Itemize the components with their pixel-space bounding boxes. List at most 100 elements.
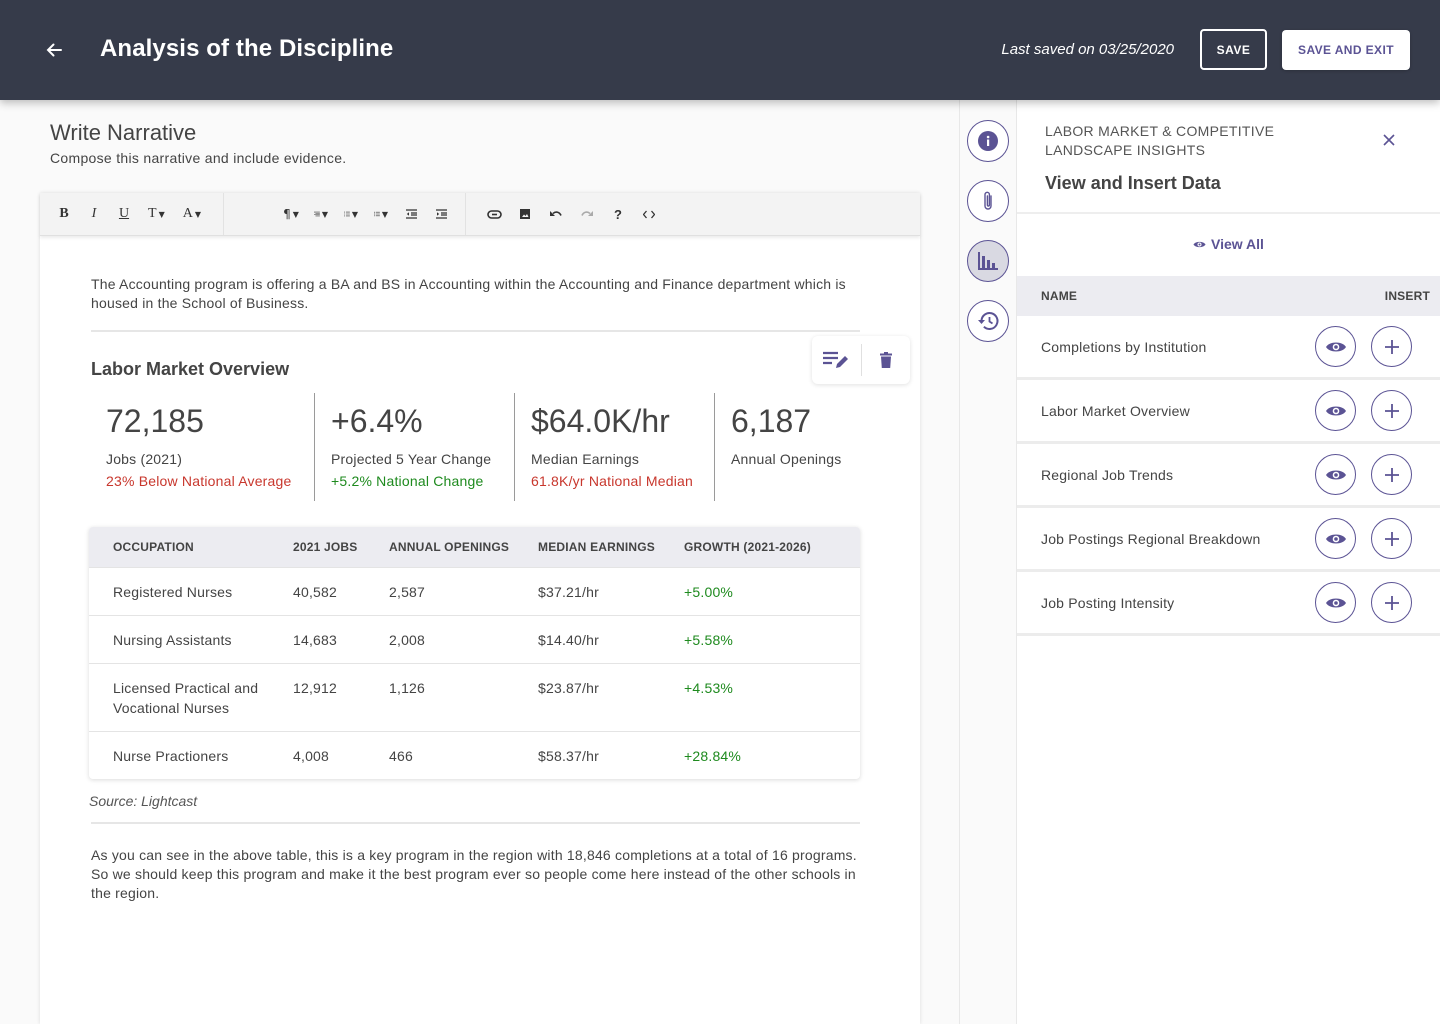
cell-earnings: $23.87/hr — [538, 680, 599, 696]
link-icon — [486, 209, 502, 219]
view-all-link[interactable]: View All — [1017, 236, 1440, 252]
list-item-name: Completions by Institution — [1041, 338, 1207, 355]
column-header: MEDIAN EARNINGS — [538, 540, 656, 554]
paragraph-format-button[interactable]: ¶ ▼ — [280, 199, 302, 229]
list-item-name: Labor Market Overview — [1041, 402, 1190, 419]
save-and-exit-button[interactable]: SAVE AND EXIT — [1282, 30, 1410, 70]
bar-chart-icon — [978, 252, 998, 270]
table-row: Nurse Practioners 4,008 466 $58.37/hr +2… — [89, 731, 860, 779]
font-color-button[interactable]: A ▼ — [179, 199, 205, 229]
insert-data-button[interactable] — [1371, 390, 1412, 431]
cell-openings: 466 — [389, 748, 413, 764]
undo-icon — [550, 211, 562, 216]
code-view-button[interactable] — [637, 199, 661, 229]
section-title: Write Narrative — [50, 120, 197, 145]
redo-button[interactable] — [575, 199, 599, 229]
column-header: 2021 JOBS — [293, 540, 358, 554]
cell-growth: +5.00% — [684, 584, 734, 600]
list-item-name: Regional Job Trends — [1041, 466, 1174, 483]
close-icon — [1383, 134, 1395, 146]
view-data-button[interactable] — [1315, 518, 1356, 559]
table-row: Registered Nurses 40,582 2,587 $37.21/hr… — [89, 567, 860, 615]
redo-icon — [581, 211, 593, 216]
unordered-list-icon — [374, 211, 380, 217]
rail-history-button[interactable] — [967, 300, 1009, 342]
ordered-list-button[interactable]: ▼ — [340, 199, 362, 229]
table-row: Licensed Practical and Vocational Nurses… — [89, 663, 860, 731]
insights-panel: LABOR MARKET & COMPETITIVE LANDSCAPE INS… — [1017, 100, 1440, 1024]
cell-growth: +4.53% — [684, 680, 734, 696]
underline-button[interactable]: U — [114, 199, 134, 229]
caret-down-icon: ▼ — [321, 209, 328, 219]
column-header: OCCUPATION — [113, 540, 194, 554]
bold-button[interactable]: B — [54, 199, 74, 229]
history-icon — [978, 312, 999, 330]
font-color-icon: A — [182, 206, 193, 221]
arrow-left-icon — [46, 43, 62, 57]
edit-widget-button[interactable] — [812, 336, 861, 384]
editor-toolbar: B I U T ▼ A ▼ ¶ ▼ ▼ ▼ ▼ ? — [40, 193, 920, 236]
view-data-button[interactable] — [1315, 582, 1356, 623]
cell-openings: 2,008 — [389, 632, 426, 648]
list-item: Completions by Institution — [1017, 316, 1440, 380]
list-item-name: Job Posting Intensity — [1041, 594, 1175, 611]
image-icon — [520, 209, 530, 219]
caret-down-icon: ▼ — [158, 209, 165, 219]
view-data-button[interactable] — [1315, 390, 1356, 431]
back-button[interactable] — [40, 36, 68, 64]
column-header-name: NAME — [1041, 289, 1078, 303]
rich-text-editor[interactable]: B I U T ▼ A ▼ ¶ ▼ ▼ ▼ ▼ ? The Accounting… — [40, 193, 920, 1024]
panel-eyebrow: LABOR MARKET & COMPETITIVE LANDSCAPE INS… — [1045, 123, 1275, 158]
stat-value: +6.4% — [331, 403, 423, 439]
undo-button[interactable] — [544, 199, 568, 229]
list-item: Labor Market Overview — [1017, 380, 1440, 444]
insert-data-button[interactable] — [1371, 582, 1412, 623]
eye-icon — [1193, 241, 1206, 247]
stat-note: 23% Below National Average — [106, 473, 292, 489]
list-item: Job Postings Regional Breakdown — [1017, 508, 1440, 572]
section-subtitle: Compose this narrative and include evide… — [50, 150, 347, 166]
list-item: Regional Job Trends — [1017, 444, 1440, 508]
insert-data-button[interactable] — [1371, 454, 1412, 495]
insert-data-button[interactable] — [1371, 518, 1412, 559]
outdent-button[interactable] — [400, 199, 422, 229]
side-icon-rail — [959, 100, 1017, 1024]
cell-growth: +5.58% — [684, 632, 734, 648]
rail-data-button[interactable] — [967, 240, 1009, 282]
italic-icon: I — [91, 206, 97, 221]
eye-icon — [1325, 342, 1346, 351]
italic-button[interactable]: I — [84, 199, 104, 229]
cell-openings: 1,126 — [389, 680, 426, 696]
indent-button[interactable] — [430, 199, 452, 229]
divider — [91, 822, 860, 824]
unordered-list-button[interactable]: ▼ — [370, 199, 392, 229]
help-button[interactable]: ? — [606, 199, 630, 229]
view-data-button[interactable] — [1315, 454, 1356, 495]
edit-note-icon — [823, 351, 849, 368]
rail-info-button[interactable] — [967, 120, 1009, 162]
rail-attachments-button[interactable] — [967, 180, 1009, 222]
stat-median-earnings: $64.0K/hr Median Earnings 61.8K/yr Natio… — [514, 393, 714, 501]
data-list-header: NAME INSERT — [1017, 276, 1440, 316]
ordered-list-icon — [344, 211, 350, 217]
cell-jobs: 12,912 — [293, 680, 338, 696]
delete-widget-button[interactable] — [861, 336, 910, 384]
save-button[interactable]: SAVE — [1200, 29, 1267, 70]
plus-icon — [1384, 467, 1399, 482]
font-size-button[interactable]: T ▼ — [144, 199, 169, 229]
column-header: ANNUAL OPENINGS — [389, 540, 510, 554]
close-panel-button[interactable] — [1379, 130, 1399, 150]
stat-label: Jobs (2021) — [106, 451, 183, 467]
insert-data-button[interactable] — [1371, 326, 1412, 367]
widget-title: Labor Market Overview — [91, 359, 290, 379]
occupation-table: OCCUPATION 2021 JOBS ANNUAL OPENINGS MED… — [89, 527, 860, 779]
insert-link-button[interactable] — [482, 199, 506, 229]
insert-image-button[interactable] — [513, 199, 537, 229]
panel-header: LABOR MARKET & COMPETITIVE LANDSCAPE INS… — [1017, 100, 1440, 214]
caret-down-icon: ▼ — [351, 209, 358, 219]
align-button[interactable]: ▼ — [310, 199, 332, 229]
cell-jobs: 14,683 — [293, 632, 338, 648]
stat-label: Median Earnings — [531, 451, 640, 467]
plus-icon — [1384, 531, 1399, 546]
view-data-button[interactable] — [1315, 326, 1356, 367]
